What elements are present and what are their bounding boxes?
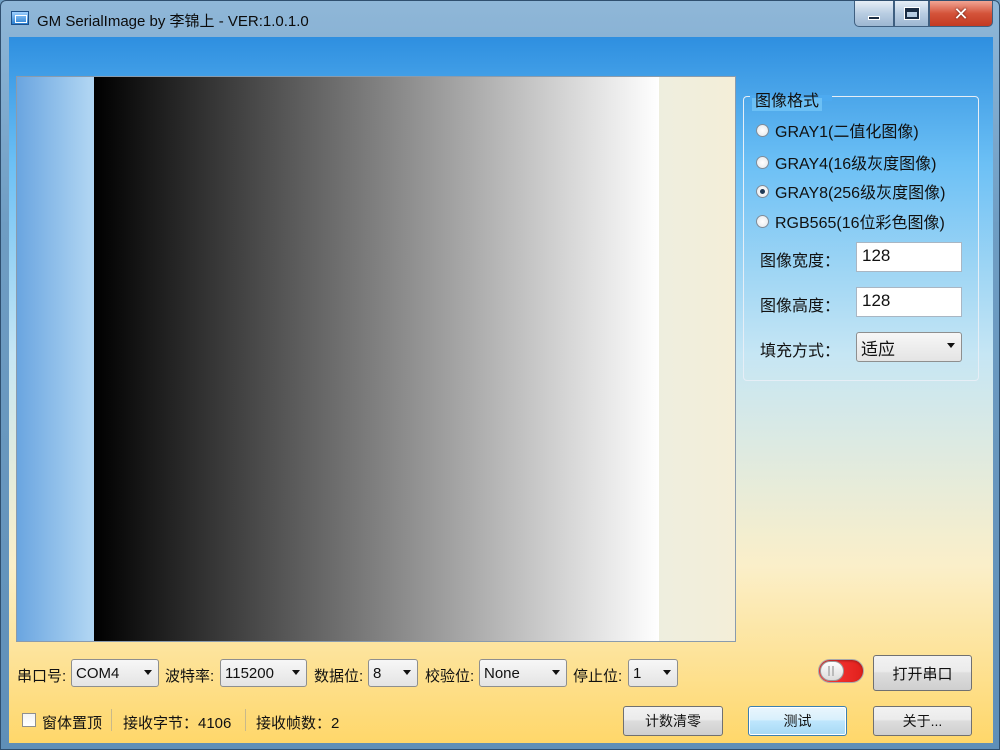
frames-received: 接收帧数：2 xyxy=(256,715,340,732)
height-input[interactable]: 128 xyxy=(856,287,962,317)
radio-label: GRAY1(二值化图像) xyxy=(775,124,919,141)
client-area: 图像格式 GRAY1(二值化图像) GRAY4(16级灰度图像) GRAY8(2… xyxy=(9,37,993,743)
chevron-down-icon xyxy=(292,670,300,675)
image-view xyxy=(16,76,736,642)
radio-checked-icon[interactable] xyxy=(756,184,769,198)
baud-label: 波特率: xyxy=(165,668,215,685)
parity-value: None xyxy=(484,664,520,682)
radio-icon[interactable] xyxy=(756,155,769,169)
baud-value: 115200 xyxy=(225,664,274,682)
window-title: GM SerialImage by 李锦上 - VER:1.0.1.0 xyxy=(37,13,309,30)
topmost-label: 窗体置顶 xyxy=(42,715,103,732)
width-label: 图像宽度： xyxy=(760,253,841,270)
chevron-down-icon xyxy=(552,670,560,675)
open-port-button[interactable]: 打开串口 xyxy=(873,655,972,691)
about-button[interactable]: 关于... xyxy=(873,706,972,736)
received-image xyxy=(94,77,659,641)
status-separator xyxy=(111,709,112,731)
minimize-button[interactable] xyxy=(854,1,894,27)
radio-icon[interactable] xyxy=(756,123,769,137)
app-icon xyxy=(11,11,29,25)
topmost-checkbox[interactable] xyxy=(22,713,36,727)
radio-rgb565[interactable]: RGB565(16位彩色图像) xyxy=(756,209,945,233)
fill-mode-value: 适应 xyxy=(861,339,895,359)
height-label: 图像高度： xyxy=(760,298,841,315)
radio-label: RGB565(16位彩色图像) xyxy=(775,215,945,232)
status-separator xyxy=(245,709,246,731)
radio-label: GRAY8(256级灰度图像) xyxy=(775,185,946,202)
image-format-group: 图像格式 GRAY1(二值化图像) GRAY4(16级灰度图像) GRAY8(2… xyxy=(743,87,979,381)
databits-value: 8 xyxy=(373,664,382,682)
fill-label: 填充方式： xyxy=(760,343,841,360)
close-icon: ✕ xyxy=(953,3,969,24)
maximize-icon xyxy=(903,7,920,20)
databits-select[interactable]: 8 xyxy=(368,659,418,687)
stopbits-label: 停止位: xyxy=(573,668,623,685)
app-window: GM SerialImage by 李锦上 - VER:1.0.1.0 ✕ 图像… xyxy=(0,0,1000,750)
chevron-down-icon xyxy=(403,670,411,675)
baud-select[interactable]: 115200 xyxy=(220,659,307,687)
port-value: COM4 xyxy=(76,664,120,682)
databits-label: 数据位: xyxy=(314,668,364,685)
width-input[interactable]: 128 xyxy=(856,242,962,272)
stopbits-value: 1 xyxy=(633,664,642,682)
radio-gray1[interactable]: GRAY1(二值化图像) xyxy=(756,118,919,142)
radio-icon[interactable] xyxy=(756,214,769,228)
toggle-knob[interactable] xyxy=(820,661,844,681)
minimize-icon xyxy=(868,16,880,20)
bytes-received: 接收字节：4106 xyxy=(123,715,232,732)
port-select[interactable]: COM4 xyxy=(71,659,159,687)
parity-label: 校验位: xyxy=(425,668,475,685)
test-button[interactable]: 测试 xyxy=(748,706,847,736)
parity-select[interactable]: None xyxy=(479,659,567,687)
chevron-down-icon xyxy=(947,343,955,348)
serial-toggle-switch[interactable] xyxy=(818,659,864,683)
chevron-down-icon xyxy=(663,670,671,675)
stopbits-select[interactable]: 1 xyxy=(628,659,678,687)
fill-mode-select[interactable]: 适应 xyxy=(856,332,962,362)
title-bar[interactable]: GM SerialImage by 李锦上 - VER:1.0.1.0 ✕ xyxy=(1,1,999,37)
radio-gray4[interactable]: GRAY4(16级灰度图像) xyxy=(756,150,937,174)
radio-gray8[interactable]: GRAY8(256级灰度图像) xyxy=(756,179,945,203)
maximize-button[interactable] xyxy=(894,1,929,27)
close-button[interactable]: ✕ xyxy=(929,1,993,27)
group-title: 图像格式 xyxy=(752,87,823,111)
clear-counts-button[interactable]: 计数清零 xyxy=(623,706,723,736)
port-label: 串口号: xyxy=(17,668,67,685)
radio-label: GRAY4(16级灰度图像) xyxy=(775,156,937,173)
chevron-down-icon xyxy=(144,670,152,675)
